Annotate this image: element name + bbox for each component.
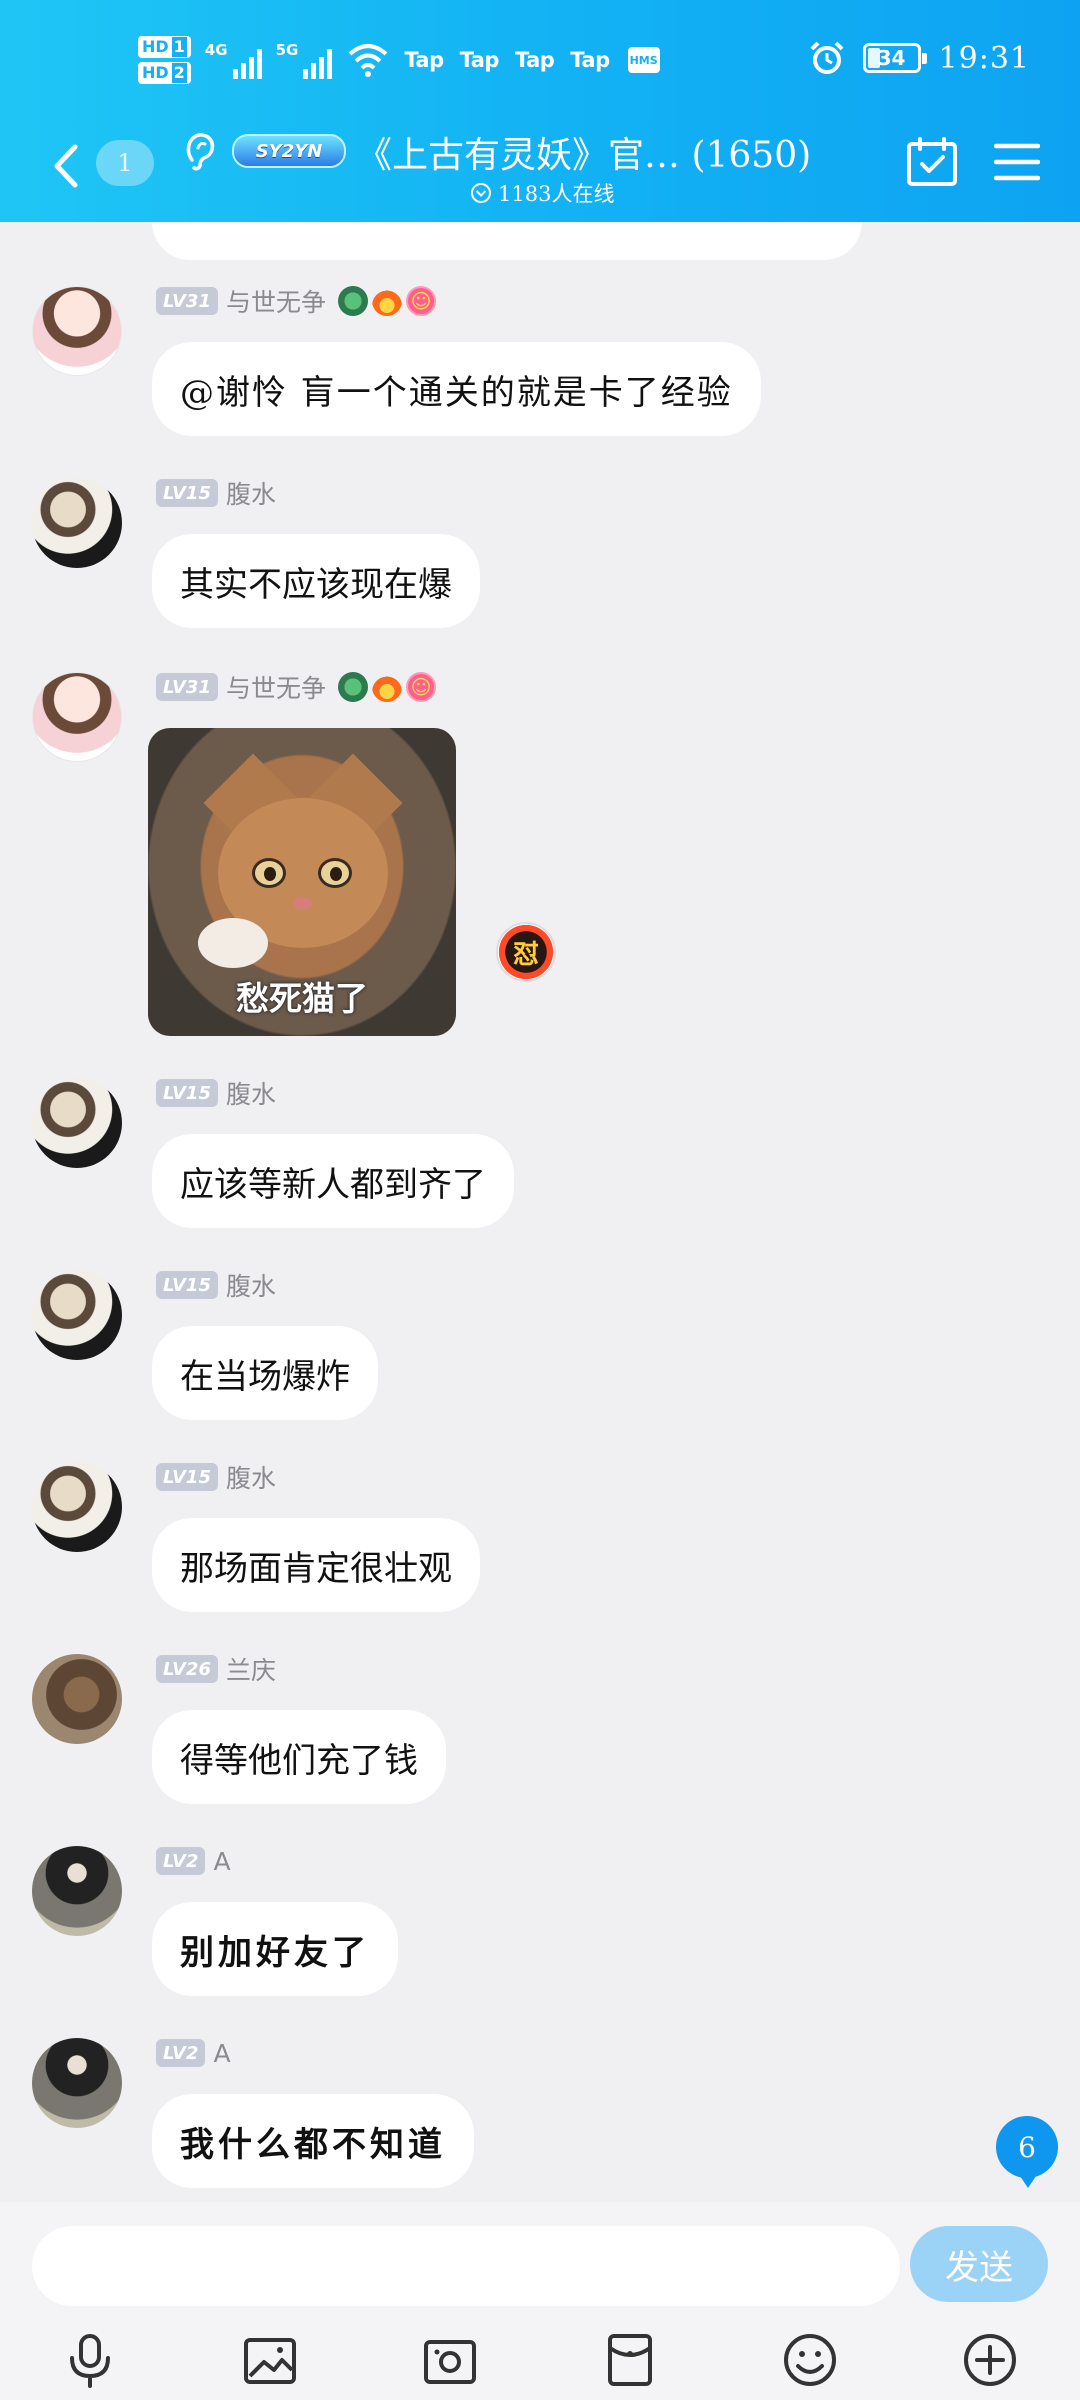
smile-emblem-icon: ☺ [406, 286, 436, 316]
hd-indicator-1: HD 1 [138, 36, 191, 58]
level-badge: LV15 [156, 1079, 218, 1107]
message-bubble[interactable]: 应该等新人都到齐了 [152, 1134, 514, 1228]
level-badge: LV15 [156, 1463, 218, 1491]
sender-name[interactable]: 腹水 [226, 1267, 276, 1303]
anime-girl-avatar[interactable] [32, 286, 122, 376]
emoji-icon[interactable] [780, 2330, 840, 2390]
message-bubble[interactable]: 得等他们充了钱 [152, 1710, 446, 1804]
street-photo-avatar[interactable] [32, 1846, 122, 1936]
street-photo-avatar[interactable] [32, 2038, 122, 2128]
group-title[interactable]: 《上古有灵妖》官… (1650) [356, 126, 811, 178]
tap-notification-icon: Tap [404, 48, 444, 72]
back-button[interactable] [44, 140, 88, 192]
image-icon[interactable] [240, 2330, 300, 2390]
level-badge: LV15 [156, 1271, 218, 1299]
previous-message-bubble[interactable] [152, 222, 862, 260]
status-bar: HD 1 HD 2 4G 5G Tap Tap Tap Tap HMS 34 1… [0, 30, 1080, 100]
camera-icon[interactable] [420, 2330, 480, 2390]
level-badge: LV2 [156, 2039, 206, 2067]
tap-notification-icon: Tap [570, 48, 610, 72]
fire-emblem-icon [372, 672, 402, 702]
message-bubble[interactable]: 在当场爆炸 [152, 1326, 378, 1420]
cat-sticker-image[interactable]: 愁死猫了 [148, 728, 456, 1036]
tap-notification-icon: Tap [459, 48, 500, 72]
sender-name[interactable]: 与世无争 [226, 283, 326, 319]
wifi-icon [348, 44, 388, 77]
calendar-check-icon[interactable] [906, 136, 958, 188]
message-bubble[interactable]: @谢怜 肓一个通关的就是卡了经验 [152, 342, 761, 436]
hms-icon: HMS [627, 47, 660, 73]
alarm-icon [810, 41, 843, 74]
sender-name[interactable]: A [213, 1847, 230, 1876]
dragon-emblem-icon [338, 672, 368, 702]
message-bubble[interactable]: 那场面肯定很壮观 [152, 1518, 480, 1612]
sketch-boy-avatar[interactable] [32, 478, 122, 568]
ear-icon[interactable] [182, 130, 218, 172]
input-area: 发送 [0, 2202, 1080, 2400]
input-toolbar [0, 2320, 1080, 2400]
message-input[interactable] [32, 2226, 900, 2306]
unread-count-badge[interactable]: 1 [96, 140, 154, 186]
sketch-boy-avatar[interactable] [32, 1078, 122, 1168]
mic-icon[interactable] [60, 2330, 120, 2390]
signal-4g-icon: 4G [205, 41, 262, 79]
sender-name[interactable]: 腹水 [226, 475, 276, 511]
online-count: 1183人在线 [498, 182, 615, 206]
level-badge: LV31 [156, 673, 218, 701]
sender-name[interactable]: 与世无争 [226, 669, 326, 705]
level-badge: LV26 [156, 1655, 218, 1683]
menu-icon[interactable] [994, 142, 1040, 182]
sender-name[interactable]: A [213, 2039, 230, 2068]
photo-avatar[interactable] [32, 1654, 122, 1744]
signal-5g-icon: 5G [276, 41, 333, 79]
fire-emblem-icon [372, 286, 402, 316]
chevron-down-circle-icon [471, 183, 491, 203]
sketch-boy-avatar[interactable] [32, 1270, 122, 1360]
level-badge: LV31 [156, 287, 218, 315]
battery-icon: 34 [862, 43, 927, 73]
smile-emblem-icon: ☺ [406, 672, 436, 702]
new-message-count-badge[interactable]: 6 [996, 2116, 1058, 2188]
sender-name[interactable]: 兰庆 [226, 1651, 276, 1687]
level-badge: LV15 [156, 479, 218, 507]
tap-notification-icon: Tap [514, 48, 555, 72]
plus-icon[interactable] [960, 2330, 1020, 2390]
send-button[interactable]: 发送 [910, 2226, 1048, 2302]
chat-header: HD 1 HD 2 4G 5G Tap Tap Tap Tap HMS 34 1… [0, 0, 1080, 222]
sketch-boy-avatar[interactable] [32, 1462, 122, 1552]
chevron-left-icon [54, 144, 78, 188]
message-bubble[interactable]: 我什么都不知道 [152, 2094, 474, 2188]
sender-name[interactable]: 腹水 [226, 1459, 276, 1495]
dragon-emblem-icon [338, 286, 368, 316]
hd-indicator-2: HD 2 [138, 62, 191, 84]
online-status[interactable]: 1183人在线 [470, 178, 614, 208]
message-list[interactable]: LV31 与世无争 ☺ @谢怜 肓一个通关的就是卡了经验 LV15 腹水 其实不… [0, 222, 1080, 2202]
reaction-badge[interactable]: 怼 [496, 922, 556, 982]
group-name-logo: SY2YN [232, 134, 346, 168]
sender-name[interactable]: 腹水 [226, 1075, 276, 1111]
message-bubble[interactable]: 别加好友了 [152, 1902, 398, 1996]
status-time: 19:31 [938, 40, 1030, 76]
nav-bar: 1 SY2YN 《上古有灵妖》官… (1650) 1183人在线 [0, 118, 1080, 218]
sticker-caption: 愁死猫了 [236, 979, 368, 1018]
anime-girl-avatar[interactable] [32, 672, 122, 762]
message-bubble[interactable]: 其实不应该现在爆 [152, 534, 480, 628]
red-packet-icon[interactable] [600, 2330, 660, 2390]
level-badge: LV2 [156, 1847, 206, 1875]
